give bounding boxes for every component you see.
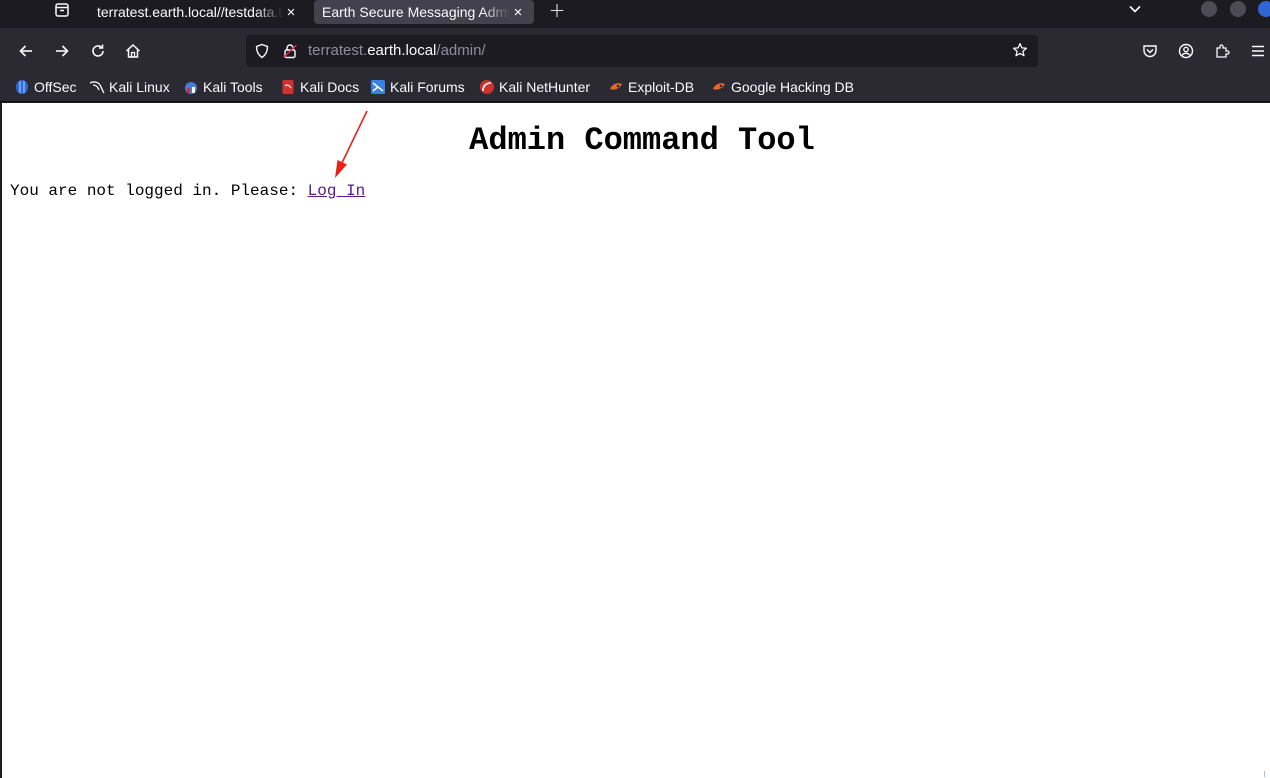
hamburger-menu-icon [1252, 45, 1264, 57]
plus-icon: + [548, 0, 566, 22]
bookmark-label: Kali Linux [109, 79, 170, 95]
firefox-view-icon [55, 3, 69, 17]
kali-forums-icon [371, 80, 385, 94]
bookmark-google-hacking-db[interactable]: Google Hacking DB [711, 78, 854, 96]
url-bar[interactable]: terratest.earth.local/admin/ [246, 35, 1038, 67]
forward-button[interactable] [50, 39, 74, 63]
account-icon [1178, 43, 1194, 59]
page-content: Admin Command Tool You are not logged in… [2, 103, 1270, 778]
kali-docs-icon [282, 80, 294, 94]
tab-strip: terratest.earth.local//testdata.txt × Ea… [0, 0, 1270, 28]
app-menu-button[interactable] [1246, 39, 1270, 63]
tab-close-icon[interactable]: × [283, 4, 299, 21]
back-button[interactable] [14, 39, 38, 63]
bookmark-star-icon[interactable] [1012, 42, 1028, 58]
tab-close-icon[interactable]: × [510, 4, 526, 21]
login-link[interactable]: Log In [308, 182, 366, 200]
tab-title: terratest.earth.local//testdata.txt [97, 4, 283, 20]
ghdb-icon [713, 83, 725, 90]
bookmark-label: Exploit-DB [628, 79, 695, 95]
list-all-tabs-button[interactable] [1124, 0, 1146, 18]
pocket-button[interactable] [1138, 39, 1162, 63]
window-close-button[interactable] [1258, 1, 1270, 17]
offsec-icon [16, 80, 28, 94]
insecure-lock-icon[interactable] [282, 43, 298, 59]
navigation-toolbar: terratest.earth.local/admin/ [0, 28, 1270, 73]
bookmark-label: Kali Tools [203, 79, 263, 95]
bookmark-kali-docs[interactable]: Kali Docs [280, 78, 359, 96]
url-path: /admin/ [436, 42, 486, 59]
bookmark-kali-tools[interactable]: Kali Tools [183, 78, 263, 96]
login-prompt: You are not logged in. Please: [10, 182, 308, 200]
bookmark-label: Google Hacking DB [731, 79, 854, 95]
reload-icon [92, 44, 104, 57]
bookmark-kali-nethunter[interactable]: Kali NetHunter [479, 78, 590, 96]
tracking-protection-shield-icon[interactable] [254, 43, 270, 59]
window-minimize-button[interactable] [1201, 1, 1217, 17]
exploit-db-icon [610, 83, 622, 90]
bookmark-label: Kali Forums [390, 79, 465, 95]
url-host: earth.local [367, 42, 437, 59]
bookmark-kali-forums[interactable]: Kali Forums [370, 78, 465, 96]
firefox-view-button[interactable] [50, 0, 74, 20]
url-text[interactable]: terratest.earth.local/admin/ [308, 42, 486, 59]
pocket-icon [1143, 45, 1157, 58]
bookmark-offsec[interactable]: OffSec [14, 78, 77, 96]
reload-button[interactable] [86, 39, 110, 63]
bookmark-label: Kali Docs [300, 79, 360, 95]
page-title: Admin Command Tool [469, 122, 815, 159]
account-button[interactable] [1174, 39, 1198, 63]
bookmark-kali-linux[interactable]: Kali Linux [89, 78, 170, 96]
extensions-button[interactable] [1210, 39, 1234, 63]
tab-title: Earth Secure Messaging Admin [322, 4, 510, 20]
puzzle-piece-icon [1216, 44, 1230, 58]
window-maximize-button[interactable] [1230, 1, 1246, 17]
bookmark-exploit-db[interactable]: Exploit-DB [608, 78, 694, 96]
arrow-right-icon [56, 45, 69, 57]
bookmark-label: OffSec [34, 79, 77, 95]
bookmarks-toolbar: OffSec Kali Linux Kali Tools Kali Docs K… [0, 73, 1270, 102]
arrow-left-icon [19, 45, 32, 57]
new-tab-button[interactable]: + [546, 0, 568, 22]
login-status-text: You are not logged in. Please: Log In [10, 182, 365, 200]
scrollbar-edge [1264, 771, 1270, 777]
kali-tools-icon [185, 82, 197, 94]
tab-admin-active[interactable]: Earth Secure Messaging Admin × [314, 0, 534, 24]
home-button[interactable] [121, 39, 145, 63]
tab-testdata[interactable]: terratest.earth.local//testdata.txt × [86, 0, 304, 24]
chevron-down-icon [1129, 5, 1141, 13]
kali-nethunter-icon [480, 80, 494, 94]
kali-dragon-icon [89, 81, 105, 94]
bookmark-label: Kali NetHunter [499, 79, 591, 95]
url-subdomain: terratest. [308, 42, 368, 59]
home-icon [125, 43, 141, 58]
